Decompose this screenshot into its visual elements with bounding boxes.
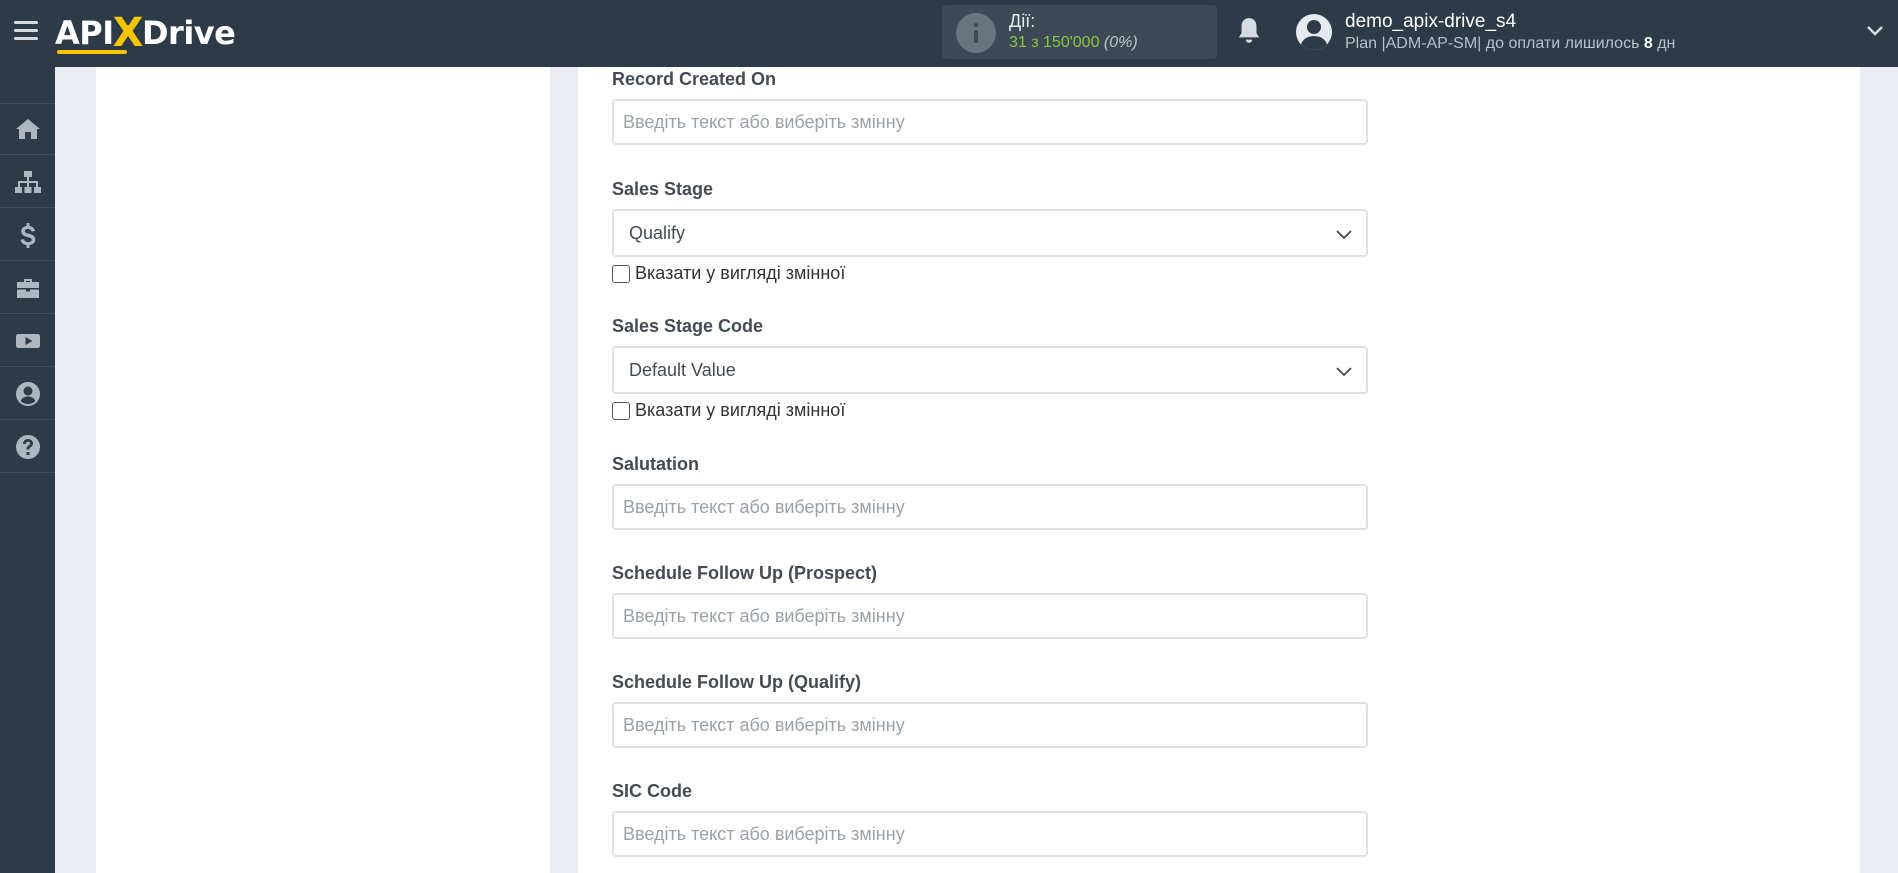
sic-code-input[interactable]	[612, 811, 1368, 857]
menu-icon[interactable]	[14, 21, 38, 41]
sidebar-item-billing[interactable]	[0, 209, 55, 261]
youtube-icon	[15, 333, 40, 348]
bell-icon[interactable]	[1236, 16, 1262, 46]
briefcase-icon	[16, 278, 39, 298]
field-label: Schedule Follow Up (Prospect)	[612, 563, 878, 583]
sidebar-item-video[interactable]	[0, 315, 55, 367]
user-plan: Plan |ADM-AP-SM| до оплати лишилось 8 дн	[1345, 35, 1675, 53]
top-navbar: API X Drive Дії: 31 з 150'000 (0%) demo_ap…	[0, 0, 1898, 67]
field-label: SIC Code	[612, 781, 693, 801]
sales-stage-code-select[interactable]: Default Value	[612, 346, 1368, 394]
schedule-follow-up-prospect-input[interactable]	[612, 593, 1368, 639]
info-icon	[956, 13, 996, 53]
sidebar	[0, 67, 55, 873]
main-panel	[578, 67, 1860, 873]
apixdrive-logo[interactable]: API X Drive	[55, 10, 236, 56]
logo-text-drive: Drive	[141, 14, 236, 52]
checkbox-label[interactable]: Вказати у вигляді змінної	[635, 263, 845, 284]
checkbox[interactable]	[612, 401, 630, 420]
field-label: Sales Stage Code	[612, 316, 764, 336]
sidebar-item-profile[interactable]	[0, 368, 55, 420]
select-value: Qualify	[629, 223, 686, 243]
field-label: Sales Stage	[612, 179, 714, 199]
logo-underline	[57, 50, 127, 54]
actions-title: Дії:	[1009, 11, 1036, 31]
plan-days: 8	[1643, 35, 1653, 52]
actions-count: 31 з 150'000 (0%)	[1009, 34, 1138, 52]
sales-stage-variable-toggle[interactable]: Вказати у вигляді змінної	[612, 263, 845, 284]
select-value: Default Value	[629, 360, 736, 380]
checkbox[interactable]	[612, 264, 630, 283]
avatar[interactable]	[1296, 14, 1332, 50]
field-label: Schedule Follow Up (Qualify)	[612, 672, 862, 692]
checkbox-label[interactable]: Вказати у вигляді змінної	[635, 400, 845, 421]
user-circle-icon	[15, 381, 40, 406]
sales-stage-select[interactable]: Qualify	[612, 209, 1368, 257]
sidebar-item-connections[interactable]	[0, 156, 55, 208]
record-created-on-input[interactable]	[612, 99, 1368, 145]
chevron-down-icon	[1336, 367, 1352, 377]
field-label: Record Created On	[612, 69, 777, 89]
plan-prefix: Plan |ADM-AP-SM| до оплати лишилось	[1345, 35, 1644, 52]
user-name[interactable]: demo_apix-drive_s4	[1345, 11, 1516, 33]
actions-count-value: 31 з 150'000	[1009, 34, 1100, 51]
actions-counter[interactable]: Дії: 31 з 150'000 (0%)	[942, 5, 1217, 59]
chevron-down-icon	[1336, 230, 1352, 240]
sales-stage-code-variable-toggle[interactable]: Вказати у вигляді змінної	[612, 400, 845, 421]
question-circle-icon	[15, 434, 40, 459]
chevron-down-icon[interactable]	[1866, 22, 1884, 40]
sidebar-item-home[interactable]	[0, 103, 55, 155]
sidebar-item-help[interactable]	[0, 421, 55, 473]
schedule-follow-up-qualify-input[interactable]	[612, 702, 1368, 748]
sitemap-icon	[14, 170, 41, 193]
actions-percent: (0%)	[1103, 34, 1138, 51]
field-label: Salutation	[612, 454, 700, 474]
left-panel	[96, 67, 550, 873]
dollar-icon	[20, 222, 35, 248]
sidebar-item-tools[interactable]	[0, 262, 55, 314]
home-icon	[15, 119, 40, 139]
plan-suffix: дн	[1652, 35, 1676, 52]
salutation-input[interactable]	[612, 484, 1368, 530]
logo-text-api: API	[55, 14, 114, 52]
